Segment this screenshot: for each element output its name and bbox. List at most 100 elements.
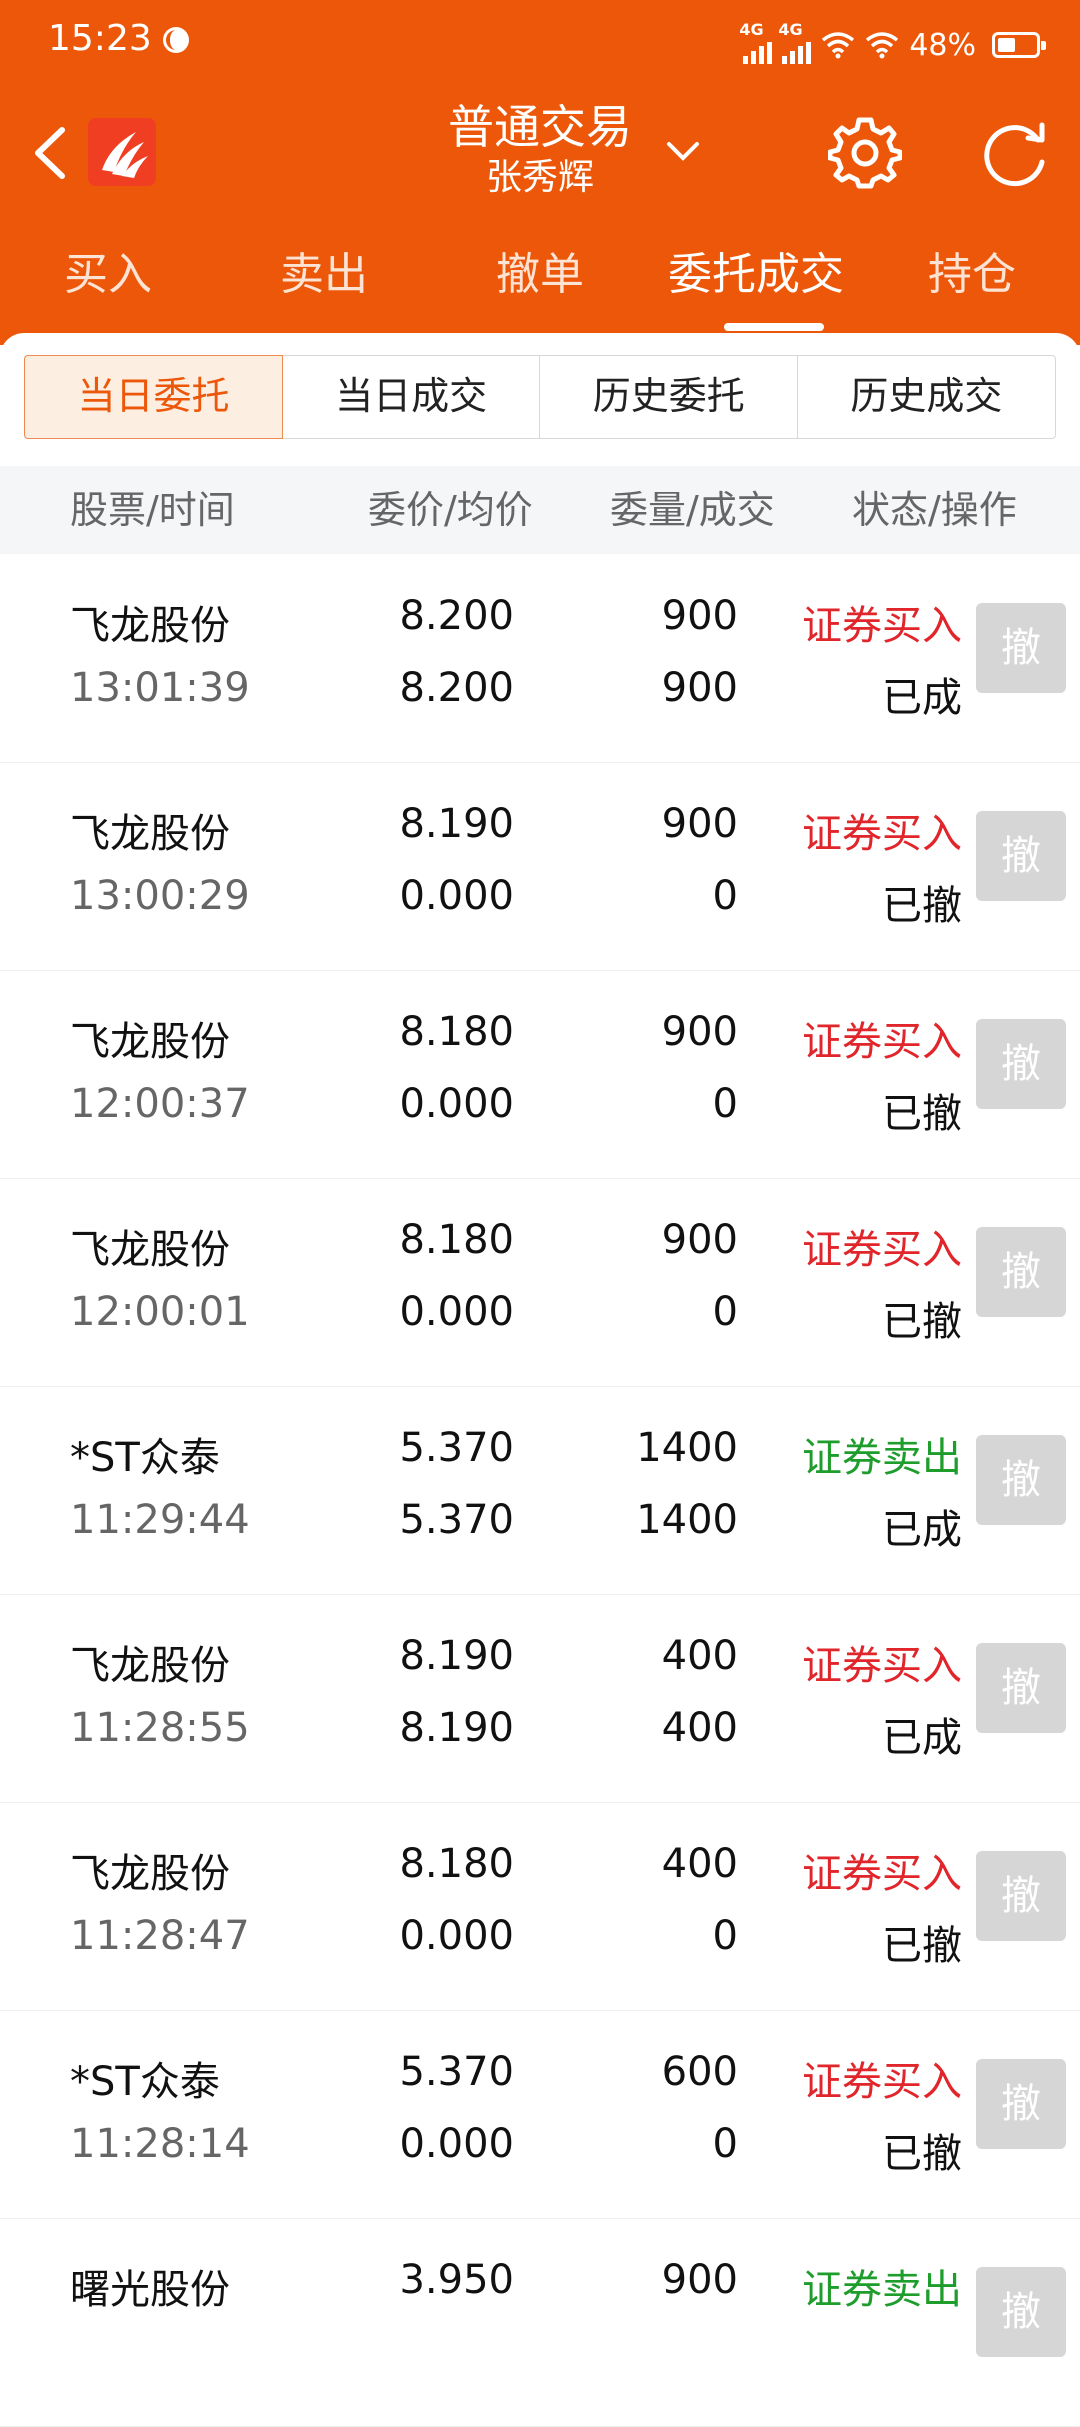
avg-price: 0.000 bbox=[399, 1081, 514, 1127]
order-state: 已撤 bbox=[882, 2131, 962, 2177]
order-type: 证券卖出 bbox=[802, 2267, 962, 2313]
order-price: 8.180 bbox=[399, 1841, 514, 1887]
table-row[interactable]: 飞龙股份 13:00:29 8.190 0.000 900 0 证券买入 已撤撤 bbox=[0, 763, 1080, 971]
status-icons: 4G 4G 48% bbox=[739, 20, 1046, 70]
cancel-order-button[interactable]: 撤 bbox=[976, 1643, 1066, 1733]
table-row[interactable]: 飞龙股份 11:28:47 8.180 0.000 400 0 证券买入已撤撤 bbox=[0, 1803, 1080, 2011]
header-stock-time: 股票/时间 bbox=[70, 488, 235, 532]
table-row[interactable]: 飞龙股份 12:00:01 8.180 0.000 900 0 证券买入 已撤撤 bbox=[0, 1179, 1080, 1387]
header-price: 委价/均价 bbox=[368, 488, 533, 532]
signal-icon: 4G bbox=[778, 20, 812, 64]
order-type: 证券买入 bbox=[802, 1851, 962, 1897]
cancel-order-button[interactable]: 撤 bbox=[976, 1019, 1066, 1109]
order-price: 8.190 bbox=[399, 801, 514, 847]
tab-cancel[interactable]: 撤单 bbox=[432, 235, 648, 325]
deal-qty: 900 bbox=[661, 665, 738, 711]
wifi-icon bbox=[822, 32, 855, 59]
order-time: 13:01:39 bbox=[70, 665, 250, 711]
cancel-order-button[interactable]: 撤 bbox=[976, 811, 1066, 901]
net-type-label: 4G bbox=[778, 20, 803, 39]
tab-orders-trades[interactable]: 委托成交 bbox=[648, 235, 864, 331]
subtab-today-trades[interactable]: 当日成交 bbox=[281, 355, 541, 439]
order-type: 证券买入 bbox=[802, 811, 962, 857]
order-time: 11:28:47 bbox=[70, 1913, 250, 1959]
cancel-order-button[interactable]: 撤 bbox=[976, 603, 1066, 693]
order-state: 已成 bbox=[882, 1715, 962, 1761]
deal-qty: 1400 bbox=[636, 1497, 738, 1543]
order-type: 证券买入 bbox=[802, 1227, 962, 1273]
table-row[interactable]: 飞龙股份 11:28:55 8.190 8.190 400 400 证券买入 已成撤 bbox=[0, 1595, 1080, 1803]
avg-price: 0.000 bbox=[399, 1913, 514, 1959]
cancel-order-button[interactable]: 撤 bbox=[976, 1227, 1066, 1317]
stock-name: 飞龙股份 bbox=[70, 603, 230, 649]
sub-tabs: 当日委托 当日成交 历史委托 历史成交 bbox=[24, 355, 1056, 439]
order-qty: 900 bbox=[661, 2257, 738, 2303]
order-time: 11:28:55 bbox=[70, 1705, 250, 1751]
order-time: 12:00:01 bbox=[70, 1289, 250, 1335]
deal-qty: 0 bbox=[712, 1289, 738, 1335]
cancel-order-button[interactable]: 撤 bbox=[976, 2267, 1066, 2357]
cancel-order-button[interactable]: 撤 bbox=[976, 2059, 1066, 2149]
content-panel: 当日委托 当日成交 历史委托 历史成交 股票/时间 委价/均价 委量/成交 状态… bbox=[0, 333, 1080, 2427]
order-state: 已撤 bbox=[882, 1299, 962, 1345]
table-row[interactable]: 飞龙股份 13:01:39 8.200 8.200 900 900 证券买入 已成撤 bbox=[0, 555, 1080, 763]
order-price: 3.950 bbox=[399, 2257, 514, 2303]
avg-price: 8.190 bbox=[399, 1705, 514, 1751]
status-time: 15:23 bbox=[48, 18, 152, 59]
stock-name: *ST众泰 bbox=[70, 1435, 220, 1481]
title-block[interactable]: 普通交易 张秀辉 bbox=[400, 98, 680, 200]
table-header: 股票/时间 委价/均价 委量/成交 状态/操作 bbox=[0, 466, 1080, 554]
tab-sell[interactable]: 卖出 bbox=[216, 235, 432, 325]
back-arrow-icon[interactable] bbox=[20, 118, 80, 188]
order-qty: 400 bbox=[661, 1841, 738, 1887]
app-logo bbox=[88, 118, 156, 186]
table-row[interactable]: 曙光股份 3.950 900 证券卖出撤 bbox=[0, 2219, 1080, 2427]
order-qty: 400 bbox=[661, 1633, 738, 1679]
order-state: 已撤 bbox=[882, 1091, 962, 1137]
deal-qty: 0 bbox=[712, 1913, 738, 1959]
table-row[interactable]: 飞龙股份 12:00:37 8.180 0.000 900 0 证券买入 已撤撤 bbox=[0, 971, 1080, 1179]
subtab-today-orders[interactable]: 当日委托 bbox=[24, 355, 284, 439]
order-type: 证券卖出 bbox=[802, 1435, 962, 1481]
table-row[interactable]: *ST众泰 11:29:44 5.370 5.370 1400 1400 证券卖出 已成撤 bbox=[0, 1387, 1080, 1595]
order-price: 5.370 bbox=[399, 2049, 514, 2095]
avg-price: 5.370 bbox=[399, 1497, 514, 1543]
order-type: 证券买入 bbox=[802, 603, 962, 649]
chevron-down-icon[interactable] bbox=[663, 130, 703, 170]
order-state: 已成 bbox=[882, 1507, 962, 1553]
battery-percent: 48% bbox=[909, 27, 976, 63]
table-row[interactable]: *ST众泰 11:28:14 5.370 0.000 600 0 证券买入 已撤撤 bbox=[0, 2011, 1080, 2219]
subtab-history-orders[interactable]: 历史委托 bbox=[539, 355, 799, 439]
status-bar: 15:23 4G 4G 48% bbox=[0, 0, 1080, 88]
order-qty: 900 bbox=[661, 801, 738, 847]
stock-name: 飞龙股份 bbox=[70, 1019, 230, 1065]
order-time: 11:29:44 bbox=[70, 1497, 250, 1543]
avg-price: 0.000 bbox=[399, 1289, 514, 1335]
tab-buy[interactable]: 买入 bbox=[0, 235, 216, 325]
cancel-order-button[interactable]: 撤 bbox=[976, 1435, 1066, 1525]
stock-name: *ST众泰 bbox=[70, 2059, 220, 2105]
tab-positions[interactable]: 持仓 bbox=[864, 235, 1080, 325]
order-price: 8.180 bbox=[399, 1009, 514, 1055]
order-time: 12:00:37 bbox=[70, 1081, 250, 1127]
stock-name: 飞龙股份 bbox=[70, 1851, 230, 1897]
order-price: 5.370 bbox=[399, 1425, 514, 1471]
order-qty: 900 bbox=[661, 1009, 738, 1055]
deal-qty: 400 bbox=[661, 1705, 738, 1751]
signal-icon: 4G bbox=[739, 20, 773, 64]
page-title: 普通交易 bbox=[448, 100, 632, 154]
refresh-icon[interactable] bbox=[976, 116, 1054, 190]
deal-qty: 0 bbox=[712, 1081, 738, 1127]
cancel-order-button[interactable]: 撤 bbox=[976, 1851, 1066, 1941]
subtab-history-trades[interactable]: 历史成交 bbox=[796, 355, 1056, 439]
order-type: 证券买入 bbox=[802, 2059, 962, 2105]
order-state: 已撤 bbox=[882, 1923, 962, 1969]
order-state: 已撤 bbox=[882, 883, 962, 929]
order-price: 8.200 bbox=[399, 593, 514, 639]
order-price: 8.180 bbox=[399, 1217, 514, 1263]
order-qty: 900 bbox=[661, 1217, 738, 1263]
gear-icon[interactable] bbox=[828, 116, 902, 190]
net-type-label: 4G bbox=[739, 20, 764, 39]
order-state: 已成 bbox=[882, 675, 962, 721]
avg-price: 8.200 bbox=[399, 665, 514, 711]
